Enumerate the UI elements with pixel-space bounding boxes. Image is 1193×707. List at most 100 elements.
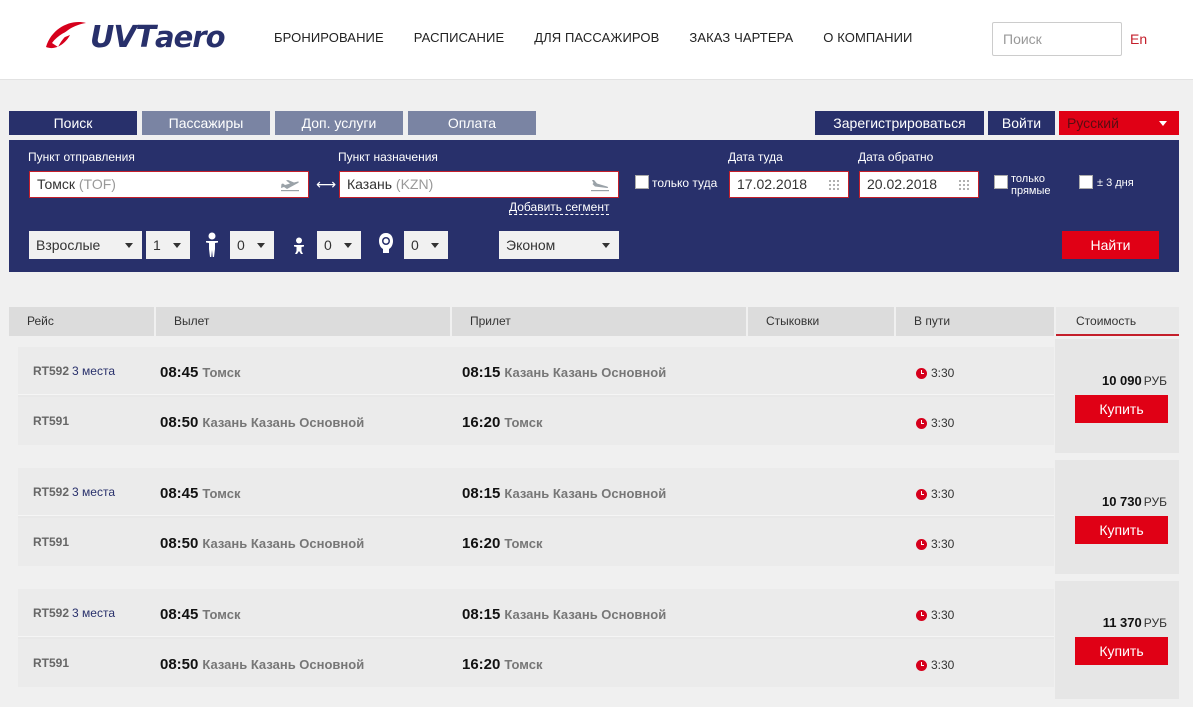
find-button[interactable]: Найти [1062,231,1159,259]
tab-passengers[interactable]: Пассажиры [142,111,270,135]
infant-icon [379,233,393,253]
date-there-value: 17.02.2018 [737,176,808,192]
direct-only-line1: только [1011,173,1045,185]
swap-arrows-icon[interactable]: ⟷ [316,176,336,193]
price-cell: 11 370 РУБ Купить [1055,581,1179,699]
flight-number: RT592 3 места [33,606,115,620]
table-row[interactable]: RT592 3 места 08:45 Томск 08:15 Казань Каза… [18,347,1054,395]
child-icon [206,232,218,257]
language-select[interactable]: Русский [1059,111,1179,135]
site-search-input[interactable] [992,22,1122,56]
nav-passengers[interactable]: ДЛЯ ПАССАЖИРОВ [534,30,659,45]
table-row[interactable]: RT591 08:50 Казань Казань Основной 16:20 Т… [18,397,1054,445]
site-header: UVTaero БРОНИРОВАНИЕ РАСПИСАНИЕ ДЛЯ ПАСС… [0,0,1193,80]
nav-charter[interactable]: ЗАКАЗ ЧАРТЕРА [689,30,793,45]
departure: 08:45 Томск [160,606,241,623]
from-field[interactable]: Томск (TOF) [29,171,309,198]
col-connections: Стыковки [748,307,894,336]
adults-select[interactable]: 1 [146,231,190,259]
col-price[interactable]: Стоимость [1056,307,1179,336]
chevron-down-icon [602,243,610,248]
price-value: 10 730 РУБ [1101,494,1167,509]
kids-select[interactable]: 0 [317,231,361,259]
tab-search[interactable]: Поиск [9,111,137,135]
duration: 3:30 [916,487,954,501]
arrival: 08:15 Казань Казань Основной [462,364,667,381]
from-city: Томск [37,176,75,192]
clock-icon [916,659,927,671]
direct-only-label: только прямые [1011,173,1051,197]
chevron-down-icon [1159,121,1167,126]
price-cell: 10 090 РУБ Купить [1055,339,1179,453]
arrival: 08:15 Казань Казань Основной [462,485,667,502]
results-header: Рейс Вылет Прилет Стыковки В пути Стоимо… [9,307,1179,336]
seats-left: 3 места [72,606,115,620]
flight-number: RT591 [33,535,70,549]
to-city: Казань [347,176,393,192]
table-row[interactable]: RT591 08:50 Казань Казань Основной 16:20 Т… [18,518,1054,566]
children-value: 0 [237,237,245,253]
buy-button[interactable]: Купить [1075,395,1168,423]
table-row[interactable]: RT592 3 места 08:45 Томск 08:15 Казань Каза… [18,589,1054,637]
nav-booking[interactable]: БРОНИРОВАНИЕ [274,30,384,45]
chevron-down-icon [257,243,265,248]
uvt-aero-logo[interactable]: UVTaero [42,17,226,57]
col-in-flight: В пути [896,307,1054,336]
nav-schedule[interactable]: РАСПИСАНИЕ [414,30,504,45]
table-row[interactable]: RT591 08:50 Казань Казань Основной 16:20 Т… [18,639,1054,687]
duration: 3:30 [916,537,954,551]
departure: 08:50 Казань Казань Основной [160,535,365,552]
arrival: 16:20 Томск [462,535,543,552]
register-button[interactable]: Зарегистрироваться [815,111,984,135]
chevron-down-icon [431,243,439,248]
departure: 08:45 Томск [160,364,241,381]
result-legs: RT592 3 места 08:45 Томск 08:15 Казань Каза… [18,589,1054,687]
result-option: RT592 3 места 08:45 Томск 08:15 Казань Каза… [9,339,1179,453]
calendar-icon [829,180,839,190]
clock-icon [916,609,927,621]
nav-about[interactable]: О КОМПАНИИ [823,30,912,45]
children-select[interactable]: 0 [230,231,274,259]
login-button[interactable]: Войти [988,111,1055,135]
cabin-class-value: Эконом [506,237,556,253]
pax-type-select[interactable]: Взрослые [29,231,142,259]
departure: 08:45 Томск [160,485,241,502]
chevron-down-icon [344,243,352,248]
cabin-class-select[interactable]: Эконом [499,231,619,259]
from-label: Пункт отправления [28,150,135,164]
col-arrival: Прилет [452,307,746,336]
adults-value: 1 [153,237,161,253]
direct-only-checkbox[interactable] [994,175,1008,189]
arrival: 16:20 Томск [462,656,543,673]
result-legs: RT592 3 места 08:45 Томск 08:15 Казань Каза… [18,468,1054,566]
date-there-label: Дата туда [728,150,783,164]
tab-extra-services[interactable]: Доп. услуги [275,111,403,135]
duration: 3:30 [916,416,954,430]
date-back-field[interactable]: 20.02.2018 [859,171,979,198]
add-segment-link[interactable]: Добавить сегмент [509,201,610,215]
date-there-field[interactable]: 17.02.2018 [729,171,849,198]
duration: 3:30 [916,608,954,622]
calendar-icon [959,180,969,190]
tab-payment[interactable]: Оплата [408,111,536,135]
to-field[interactable]: Казань (KZN) [339,171,619,198]
search-panel: Пункт отправления Томск (TOF) ⟷ Пункт на… [9,140,1179,272]
result-option: RT592 3 места 08:45 Томск 08:15 Казань Каза… [9,581,1179,699]
arrival: 16:20 Томск [462,414,543,431]
logo-swoosh-icon [46,22,86,49]
seats-left: 3 места [72,364,115,378]
to-label: Пункт назначения [338,150,438,164]
one-way-checkbox[interactable] [635,175,649,189]
table-row[interactable]: RT592 3 места 08:45 Томск 08:15 Казань Каза… [18,468,1054,516]
from-code: (TOF) [78,176,116,192]
language-en-link[interactable]: En [1130,31,1147,47]
price-value: 10 090 РУБ [1101,373,1167,388]
departure: 08:50 Казань Казань Основной [160,414,365,431]
toddler-icon [294,237,304,254]
infants-select[interactable]: 0 [404,231,448,259]
buy-button[interactable]: Купить [1075,637,1168,665]
buy-button[interactable]: Купить [1075,516,1168,544]
plus-minus-3-checkbox[interactable] [1079,175,1093,189]
clock-icon [916,367,927,379]
plus-minus-3-label: ± 3 дня [1097,177,1134,189]
